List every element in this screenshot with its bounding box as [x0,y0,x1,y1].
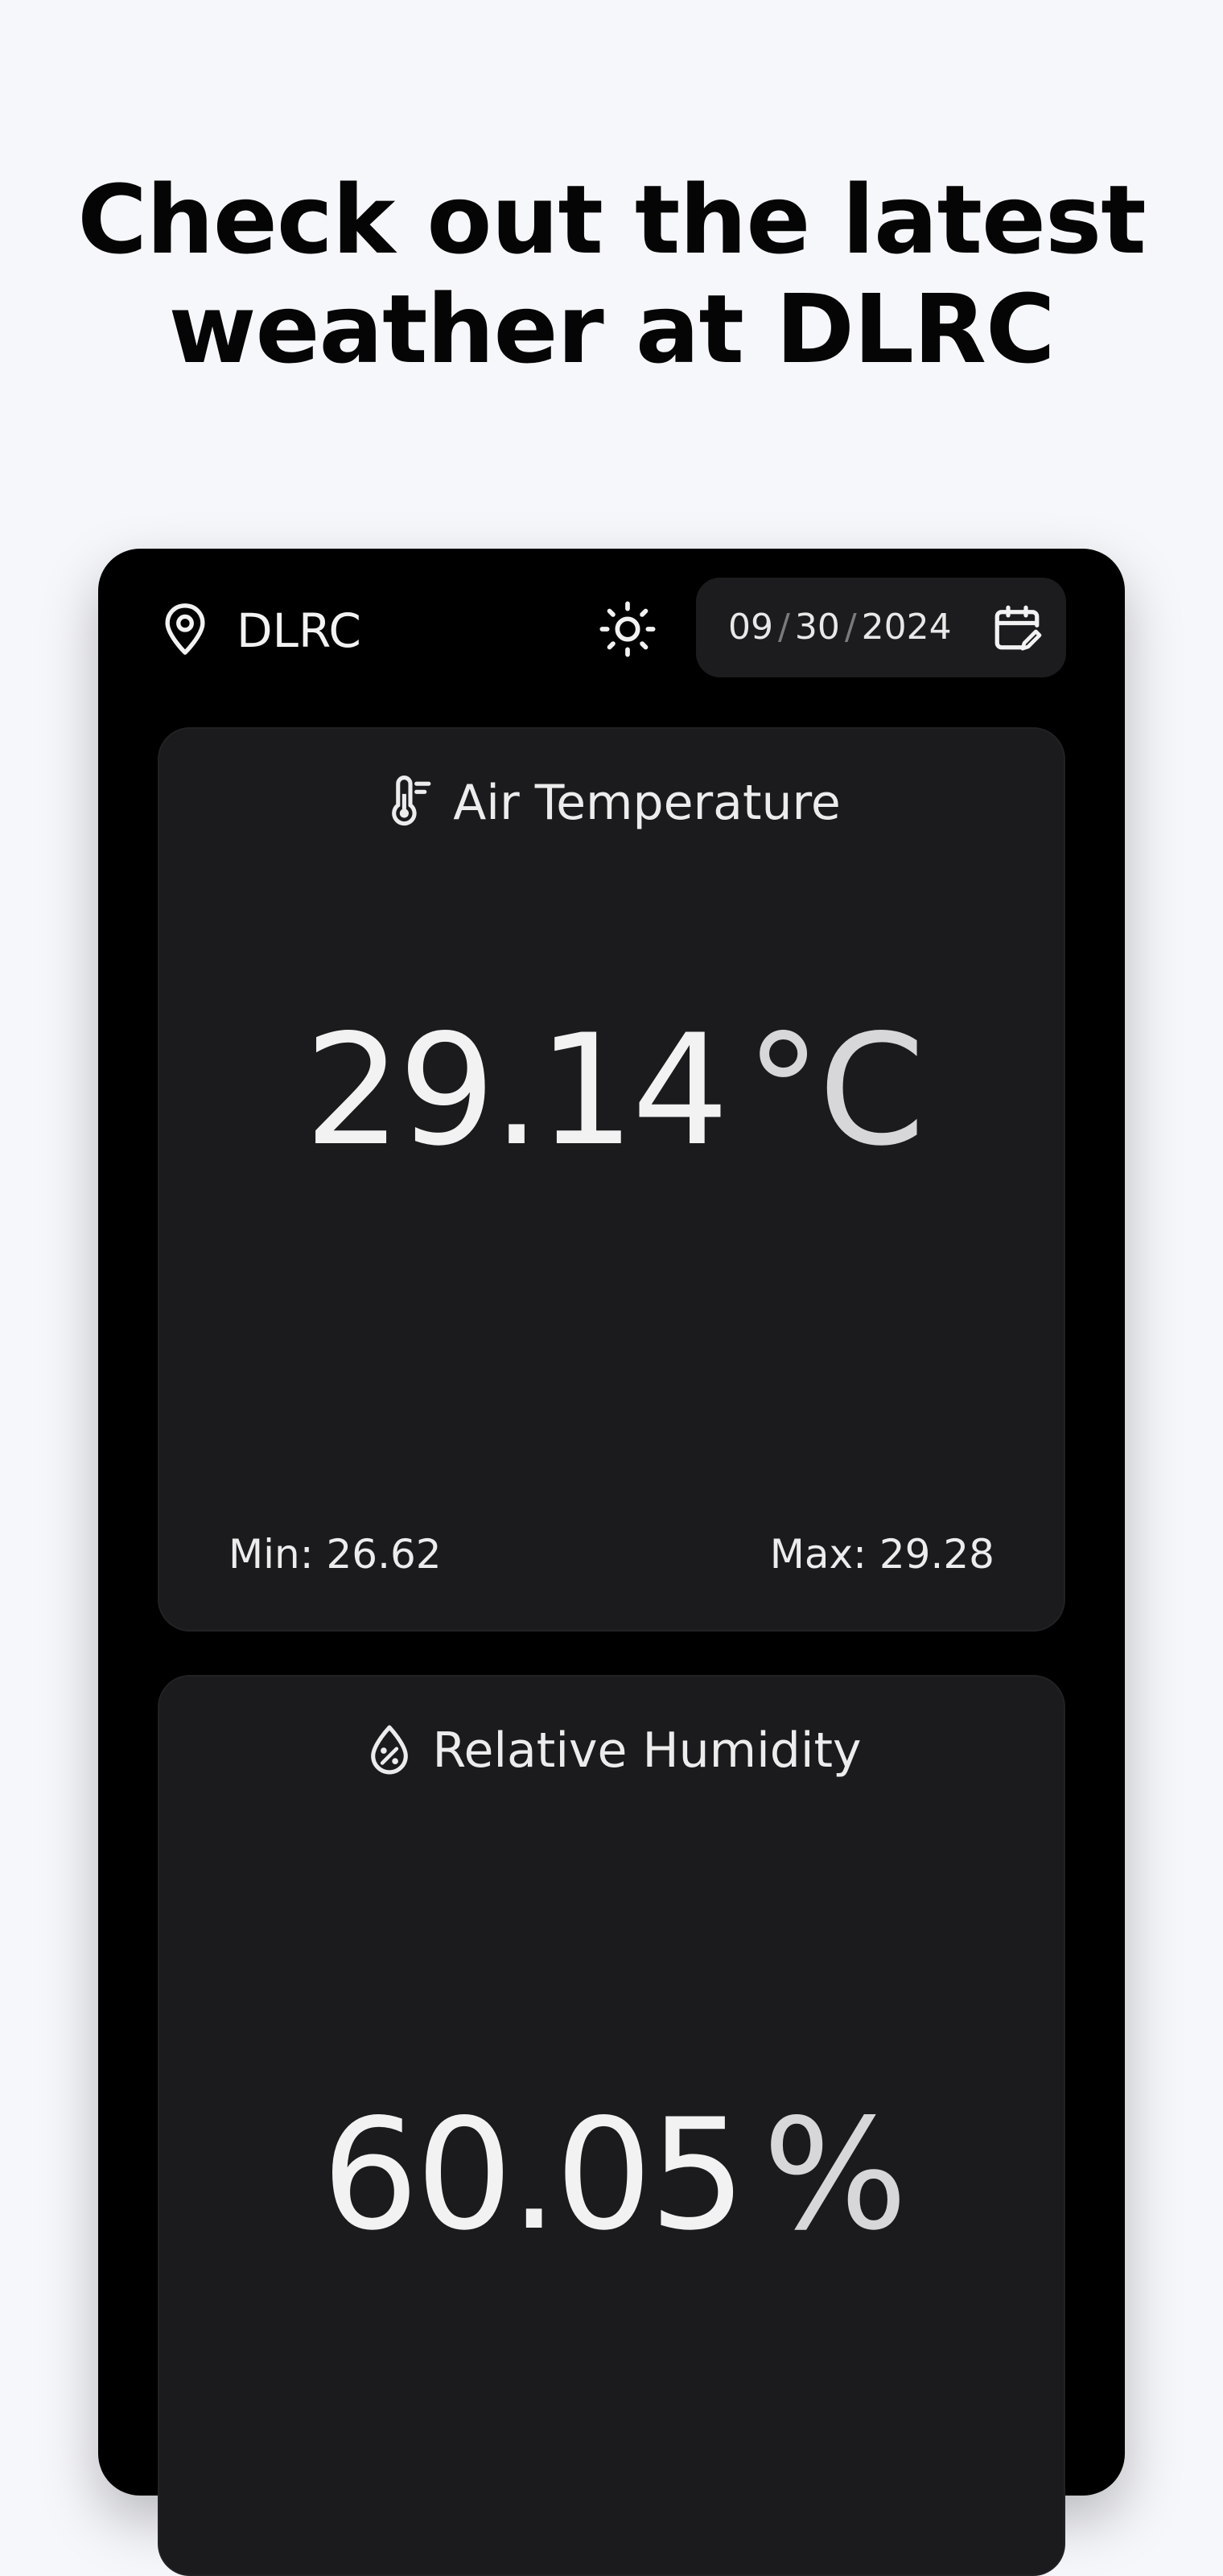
sun-icon[interactable] [597,599,658,660]
humidity-unit: % [762,2086,908,2264]
app-screen: DLRC 09/30/2024 Air Temperature 29.14 °C… [98,549,1125,2576]
relative-humidity-value: 60.05% [159,2087,1067,2264]
date-year[interactable]: 2024 [862,607,952,648]
thermometer-icon [392,776,431,826]
date-value[interactable]: 09/30/2024 [728,578,952,677]
air-temperature-value: 29.14 °C [159,1002,1067,1179]
relative-humidity-card: Relative Humidity 60.05% [158,1675,1065,2576]
calendar-edit-icon[interactable] [990,600,1044,655]
top-bar: DLRC 09/30/2024 [98,549,1125,710]
temperature-reading: 29.14 [304,1002,729,1179]
relative-humidity-label: Relative Humidity [432,1722,862,1779]
map-pin-icon [165,603,205,655]
location-name: DLRC [237,603,361,658]
date-month[interactable]: 09 [728,607,773,648]
date-separator: / [844,607,857,648]
min-temperature: Min: 26.62 [229,1531,442,1578]
headline-line-2: weather at DLRC [168,274,1055,385]
temperature-unit: °C [745,1002,925,1179]
air-temperature-card: Air Temperature 29.14 °C Min: 26.62 Max: … [158,727,1065,1632]
air-temperature-label: Air Temperature [453,775,841,831]
humidity-reading: 60.05 [321,2086,747,2264]
date-picker[interactable]: 09/30/2024 [696,578,1066,677]
relative-humidity-title: Relative Humidity [159,1718,1067,1783]
air-temperature-title: Air Temperature [159,771,1067,835]
humidity-drop-icon [371,1725,409,1775]
headline-line-1: Check out the latest [77,164,1146,275]
date-separator: / [778,607,790,648]
max-temperature: Max: 29.28 [769,1531,994,1578]
page-headline: Check out the latest weather at DLRC [0,165,1223,384]
date-day[interactable]: 30 [795,607,840,648]
